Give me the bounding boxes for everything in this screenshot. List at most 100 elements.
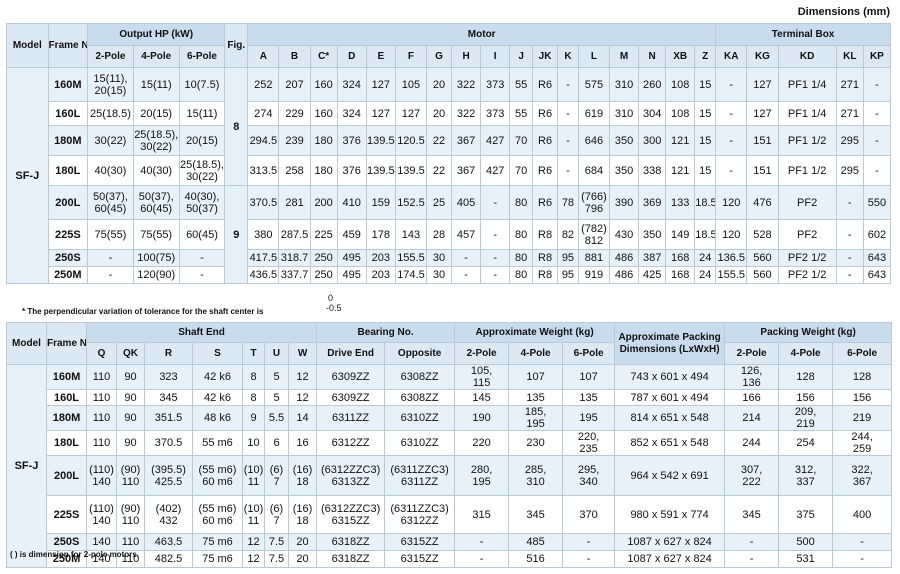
data-cell: 646 <box>577 125 611 156</box>
data-cell: 200 <box>309 185 338 220</box>
header-packing-weight: Packing Weight (kg) <box>724 322 893 343</box>
tolerance-upper: 0 <box>328 293 334 303</box>
data-cell: - <box>724 533 780 551</box>
header-weight-pole-1: 4-Pole <box>508 342 564 365</box>
data-cell: 619 <box>577 101 611 126</box>
data-cell: 6311ZZ <box>316 405 386 431</box>
header-packing-pole-2: 6-Pole <box>832 342 893 365</box>
table-row: SF-J 160M 15(11), 20(15) 15(11) 10(7.5) 8 252 20… <box>6 67 892 284</box>
data-cell: 90 <box>116 405 145 431</box>
data-cell: 110 <box>86 389 117 406</box>
data-cell: (6) 7 <box>264 495 289 534</box>
data-cell: - <box>832 550 893 568</box>
data-cell: - <box>862 155 892 186</box>
data-cell: 55 <box>509 101 534 126</box>
data-cell: 78 <box>557 185 579 220</box>
data-cell: 20 <box>287 533 318 551</box>
data-cell: 9 <box>242 405 265 431</box>
data-cell: 178 <box>365 219 396 250</box>
data-cell: - <box>557 155 579 186</box>
data-cell: 370 <box>562 495 616 534</box>
data-cell: - <box>450 266 482 284</box>
output-cell: - <box>178 249 226 267</box>
output-cell: 75(55) <box>132 219 180 250</box>
data-cell: 110 <box>86 430 117 456</box>
data-cell: 295 <box>835 155 864 186</box>
data-cell: 219 <box>832 405 893 431</box>
data-cell: R6 <box>532 125 559 156</box>
output-cell: 60(45) <box>178 219 226 250</box>
data-cell: 271 <box>835 67 864 102</box>
data-cell: 345 <box>144 389 193 406</box>
header-terminal-col-ka: KA <box>715 45 748 68</box>
data-cell: 18.5 <box>694 185 717 220</box>
data-cell: 387 <box>638 249 667 267</box>
data-cell: 55 m6 <box>192 430 243 456</box>
data-cell: PF2 <box>777 219 837 250</box>
header-output-hp: Output HP (kW) <box>87 23 226 46</box>
data-cell: - <box>454 533 510 551</box>
header-approx-weight: Approximate Weight (kg) <box>454 322 616 343</box>
data-cell: 323 <box>144 364 193 390</box>
data-cell: - <box>557 67 579 102</box>
tolerance-note: * The perpendicular variation of toleran… <box>22 307 264 316</box>
data-cell: 108 <box>665 101 696 126</box>
frame-cell: 250M <box>47 266 89 284</box>
data-cell: - <box>480 266 511 284</box>
data-cell: 315 <box>454 495 510 534</box>
data-cell: 250 <box>309 249 338 267</box>
data-cell: - <box>835 249 864 267</box>
data-cell: 127 <box>746 101 779 126</box>
header-frame-no: Frame No. <box>46 322 87 365</box>
data-cell: PF2 <box>777 185 837 220</box>
table-row: 180M 110 90 351.5 48 k6 9 5.5 14 6311ZZ 6310ZZ 190… <box>7 405 893 431</box>
header-motor-col-cstar: C* <box>309 45 338 68</box>
data-cell: 310 <box>609 67 640 102</box>
header-shaft-end: Shaft End <box>85 322 318 343</box>
header-shaft-col-s: S <box>192 342 243 365</box>
data-cell: 500 <box>778 533 834 551</box>
data-cell: - <box>480 249 511 267</box>
header-pole-1: 4-Pole <box>132 45 180 68</box>
data-cell: 6308ZZ <box>384 389 456 406</box>
data-cell: 203 <box>365 249 396 267</box>
data-cell: (10) 11 <box>242 455 265 496</box>
data-cell: 250 <box>309 266 338 284</box>
data-cell: 8 <box>242 389 265 406</box>
data-cell: 90 <box>116 389 145 406</box>
output-cell: 50(37), 60(45) <box>132 185 180 220</box>
data-cell: R6 <box>532 101 559 126</box>
data-cell: 375 <box>778 495 834 534</box>
data-cell: 14 <box>287 405 318 431</box>
data-cell: 351.5 <box>144 405 193 431</box>
data-cell: 16 <box>287 430 318 456</box>
header-bearing-col-0: Drive End <box>316 342 386 365</box>
unit-label: Dimensions (mm) <box>797 6 890 18</box>
data-cell: - <box>450 249 482 267</box>
data-cell: 5.5 <box>264 405 289 431</box>
output-cell: 15(11), 20(15) <box>87 67 134 102</box>
data-cell: (402) 432 <box>144 495 193 534</box>
data-cell: 281 <box>278 185 311 220</box>
data-cell: - <box>454 550 510 568</box>
data-cell: 107 <box>562 364 616 390</box>
data-cell: 18.5 <box>694 219 717 250</box>
data-cell: (55 m6) 60 m6 <box>192 455 243 496</box>
data-cell: (6) 7 <box>264 455 289 496</box>
header-terminal-col-kg: KG <box>746 45 779 68</box>
data-cell: 376 <box>336 155 367 186</box>
data-cell: 350 <box>638 219 667 250</box>
header-packing-pole-0: 2-Pole <box>724 342 780 365</box>
fig-cell: 9 <box>224 185 249 284</box>
data-cell: 135 <box>508 389 564 406</box>
header-motor-col-n: N <box>638 45 667 68</box>
fig-cell: 8 <box>224 67 249 186</box>
data-cell: 337.7 <box>278 266 311 284</box>
header-bearing-col-1: Opposite <box>384 342 456 365</box>
data-cell: 881 <box>577 249 611 267</box>
data-cell: 110 <box>86 405 117 431</box>
data-cell: 20 <box>426 101 452 126</box>
data-cell: 350 <box>609 125 640 156</box>
data-cell: (766) 796 <box>577 185 611 220</box>
data-cell: 127 <box>394 101 428 126</box>
